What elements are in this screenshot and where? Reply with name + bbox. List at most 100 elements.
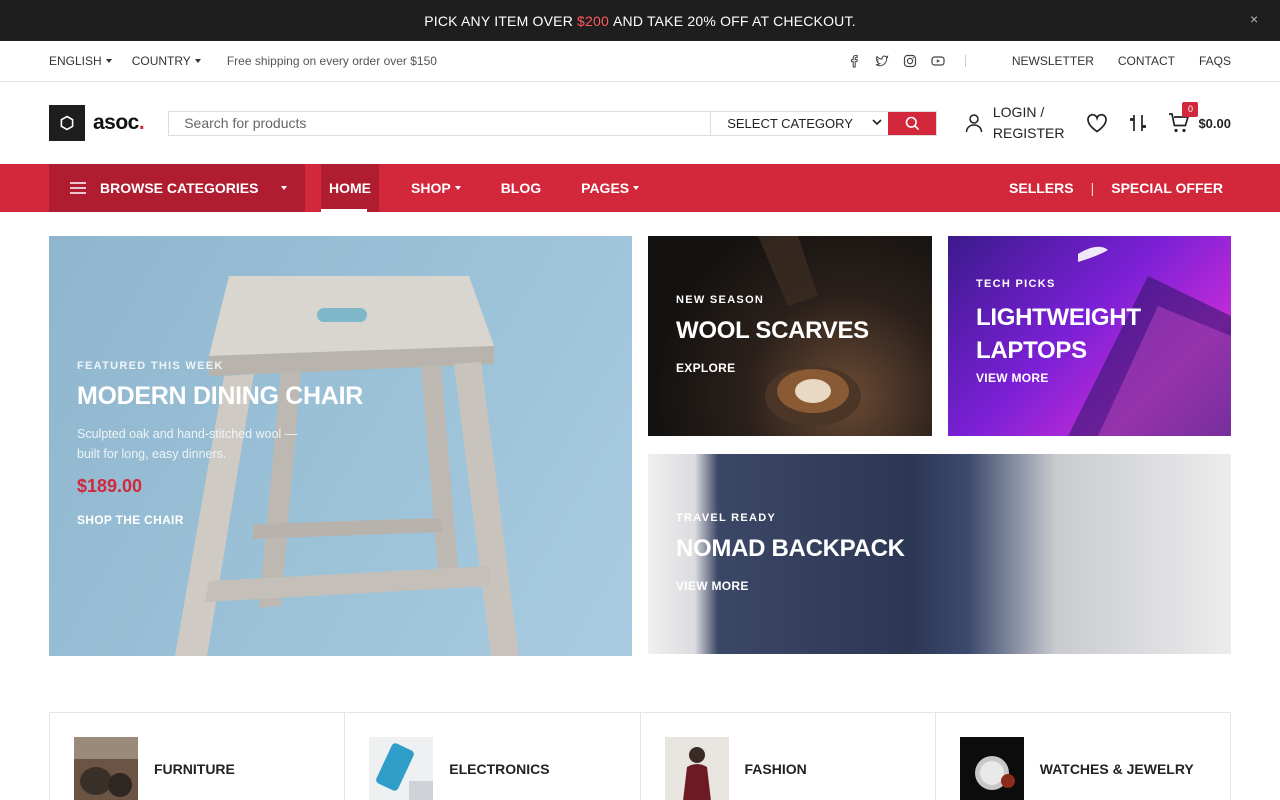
- watch-thumbnail: [959, 737, 1024, 800]
- caret-down-icon: [105, 59, 112, 63]
- fashion-thumbnail: [664, 737, 729, 800]
- top-utility-bar: ENGLISH COUNTRY Free shipping on every o…: [0, 41, 1280, 82]
- country-label: COUNTRY: [131, 54, 191, 68]
- logo-wordmark: asoc.: [93, 111, 145, 135]
- category-label: ELECTRONICS: [449, 761, 550, 777]
- topbar-right: NEWSLETTER CONTACT FAQS: [847, 54, 1231, 68]
- electronics-thumbnail: [369, 737, 434, 800]
- furniture-thumbnail: [74, 737, 138, 800]
- banner-content: TECH PICKS LIGHTWEIGHT LAPTOPS VIEW MORE: [976, 278, 1176, 385]
- nav-item-home[interactable]: HOME: [321, 164, 379, 212]
- social-links: [847, 54, 945, 68]
- explore-link[interactable]: EXPLORE: [676, 361, 869, 375]
- search-bar: SELECT CATEGORY: [168, 110, 938, 136]
- category-watches-jewelry[interactable]: WATCHES & JEWELRY: [936, 713, 1230, 800]
- nav-item-label: SHOP: [411, 180, 451, 196]
- announcement-bar: PICK ANY ITEM OVER $200 AND TAKE 20% OFF…: [0, 0, 1280, 41]
- banner-kicker: FEATURED THIS WEEK: [77, 360, 224, 372]
- compare-icon: [1130, 115, 1147, 131]
- announcement-text-pre: PICK ANY ITEM OVER: [424, 12, 574, 29]
- contact-link[interactable]: CONTACT: [1118, 54, 1175, 68]
- banner-title: WOOL SCARVES: [676, 317, 869, 344]
- category-fashion[interactable]: FASHION: [641, 713, 936, 800]
- site-logo[interactable]: asoc.: [49, 105, 145, 141]
- logo-dot: .: [138, 111, 145, 134]
- category-select-label: SELECT CATEGORY: [727, 115, 853, 131]
- nav-item-blog[interactable]: BLOG: [493, 164, 549, 212]
- browse-categories-button[interactable]: BROWSE CATEGORIES: [49, 164, 305, 212]
- banner-title: MODERN DINING CHAIR: [77, 382, 363, 410]
- search-button[interactable]: [888, 111, 937, 135]
- nav-item-label: HOME: [329, 180, 371, 196]
- banner-kicker: NEW SEASON: [676, 294, 765, 306]
- login-label: LOGIN /: [992, 104, 1045, 120]
- site-header: asoc. SELECT CATEGORY LOGIN / REGISTER: [0, 82, 1280, 164]
- logo-text: asoc: [93, 111, 139, 134]
- banner-wool-scarves[interactable]: NEW SEASON WOOL SCARVES EXPLORE: [648, 236, 932, 436]
- special-offer-link[interactable]: SPECIAL OFFER: [1111, 180, 1223, 196]
- chevron-down-icon: [872, 118, 882, 129]
- cart-button[interactable]: 0 $0.00: [1168, 102, 1231, 134]
- banner-kicker: TECH PICKS: [976, 278, 1056, 290]
- view-more-link[interactable]: VIEW MORE: [676, 579, 905, 593]
- wishlist-button[interactable]: [1086, 113, 1108, 133]
- banner-content: TRAVEL READY NOMAD BACKPACK VIEW MORE: [676, 512, 905, 593]
- heart-icon: [1087, 113, 1108, 133]
- caret-down-icon: [633, 186, 640, 190]
- cart-count-badge: 0: [1182, 102, 1199, 117]
- caret-down-icon: [281, 186, 287, 190]
- banner-description: Sculpted oak and hand-stitched wool — bu…: [77, 427, 298, 461]
- divider: [964, 55, 966, 67]
- sellers-link[interactable]: SELLERS: [1009, 180, 1074, 196]
- browse-categories-label: BROWSE CATEGORIES: [100, 180, 259, 196]
- youtube-icon[interactable]: [931, 54, 945, 68]
- main-navigation: BROWSE CATEGORIES HOME SHOP BLOG PAGES S…: [0, 164, 1280, 212]
- nav-item-label: PAGES: [581, 180, 630, 196]
- nav-right-links: SELLERS | SPECIAL OFFER: [1009, 180, 1223, 196]
- nav-divider: |: [1090, 180, 1095, 196]
- nav-item-label: BLOG: [500, 180, 542, 196]
- banner-title: NOMAD BACKPACK: [676, 535, 905, 562]
- banner-kicker: TRAVEL READY: [676, 512, 777, 524]
- twitter-icon[interactable]: [875, 54, 889, 68]
- banner-lightweight-laptops[interactable]: TECH PICKS LIGHTWEIGHT LAPTOPS VIEW MORE: [948, 236, 1231, 436]
- category-strip: FURNITURE ELECTRONICS FASHION WATCHES & …: [49, 712, 1231, 800]
- nav-menu: HOME SHOP BLOG PAGES: [321, 164, 671, 212]
- close-icon[interactable]: ×: [1250, 12, 1264, 26]
- language-label: ENGLISH: [49, 54, 102, 68]
- nav-item-shop[interactable]: SHOP: [403, 164, 469, 212]
- shop-the-chair-link[interactable]: SHOP THE CHAIR: [77, 513, 363, 527]
- instagram-icon[interactable]: [903, 54, 917, 68]
- banner-nomad-backpack[interactable]: TRAVEL READY NOMAD BACKPACK VIEW MORE: [648, 454, 1231, 654]
- country-dropdown[interactable]: COUNTRY: [132, 54, 201, 68]
- user-icon: [965, 114, 983, 133]
- cart-total: $0.00: [1198, 115, 1231, 131]
- compare-button[interactable]: [1128, 113, 1148, 133]
- announcement-highlight: $200: [577, 12, 609, 29]
- search-icon: [905, 116, 919, 130]
- banner-dining-chair[interactable]: FEATURED THIS WEEK MODERN DINING CHAIR S…: [49, 236, 632, 656]
- shipping-notice: Free shipping on every order over $150: [226, 54, 437, 68]
- announcement-text-post: AND TAKE 20% OFF AT CHECKOUT.: [612, 12, 856, 29]
- facebook-icon[interactable]: [847, 54, 861, 68]
- category-label: FASHION: [744, 761, 807, 777]
- header-actions: LOGIN / REGISTER 0 $0.00: [965, 102, 1231, 144]
- language-dropdown[interactable]: ENGLISH: [49, 54, 112, 68]
- caret-down-icon: [454, 186, 461, 190]
- caret-down-icon: [194, 59, 201, 63]
- newsletter-link[interactable]: NEWSLETTER: [1012, 54, 1094, 68]
- nav-item-pages[interactable]: PAGES: [573, 164, 647, 212]
- category-furniture[interactable]: FURNITURE: [50, 713, 346, 800]
- faqs-link[interactable]: FAQS: [1199, 54, 1231, 68]
- search-input[interactable]: [169, 111, 711, 135]
- category-label: WATCHES & JEWELRY: [1039, 761, 1194, 777]
- category-select[interactable]: SELECT CATEGORY: [710, 111, 888, 135]
- banner-content: NEW SEASON WOOL SCARVES EXPLORE: [676, 294, 869, 375]
- category-label: FURNITURE: [154, 761, 235, 777]
- hexagon-logo-icon: [49, 105, 85, 141]
- login-register-link[interactable]: LOGIN / REGISTER: [965, 102, 1064, 144]
- category-electronics[interactable]: ELECTRONICS: [345, 713, 641, 800]
- banner-content: FEATURED THIS WEEK MODERN DINING CHAIR S…: [77, 360, 363, 527]
- view-more-link[interactable]: VIEW MORE: [976, 371, 1176, 385]
- banner-price: $189.00: [77, 476, 143, 496]
